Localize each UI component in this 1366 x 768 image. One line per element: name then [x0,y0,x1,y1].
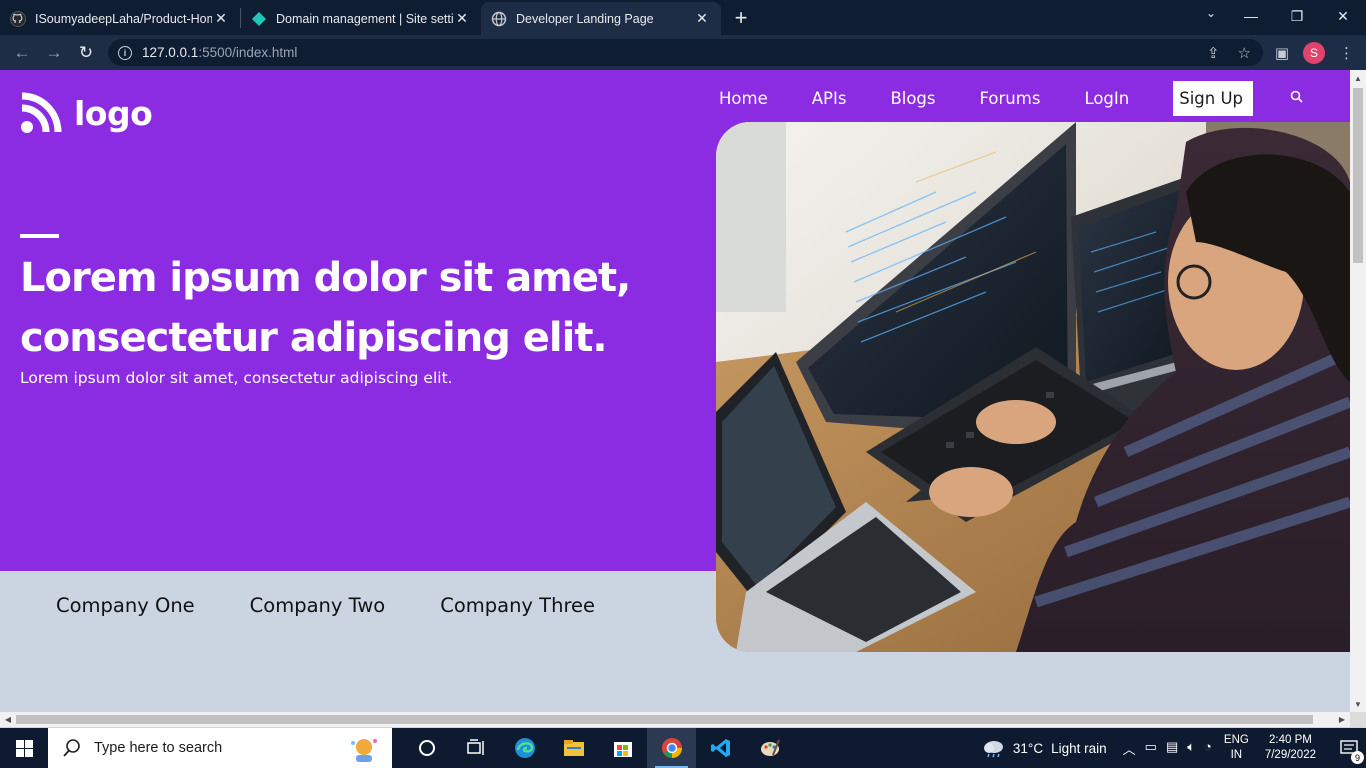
battery-icon[interactable]: ▭ [1145,739,1157,758]
company-name: Company One [56,594,195,617]
share-icon[interactable]: ⇪ [1207,44,1220,62]
file-explorer-icon[interactable] [549,728,598,768]
system-tray: 31°C Light rain ︿ ▭ ▤ 🔈︎ ◔ ENG IN 2:40 P… [981,728,1366,768]
menu-kebab-icon[interactable]: ⋮ [1339,44,1354,62]
notification-center-icon[interactable]: 9 [1332,740,1366,764]
bookmark-star-icon[interactable]: ☆ [1238,44,1251,62]
nav-link-forums[interactable]: Forums [980,89,1041,108]
tray-icons: ︿ ▭ ▤ 🔈︎ ◔ [1123,739,1212,758]
notification-badge: 9 [1351,751,1364,764]
scroll-up-icon[interactable]: ▲ [1350,70,1366,86]
nav-link-apis[interactable]: APIs [812,89,847,108]
clock-time: 2:40 PM [1269,734,1312,746]
horizontal-scroll-thumb[interactable] [16,715,1313,724]
company-name: Company Two [249,594,386,617]
search-icon[interactable] [1289,89,1305,105]
hero-subheadline: Lorem ipsum dolor sit amet, consectetur … [20,369,453,387]
nav-link-home[interactable]: Home [719,89,768,108]
hero-developer-photo [716,122,1350,652]
netlify-icon [251,11,267,27]
scroll-right-icon[interactable]: ▶ [1334,712,1350,727]
new-tab-button[interactable]: + [727,4,755,32]
restore-icon[interactable]: ❐ [1274,0,1320,32]
scroll-down-icon[interactable]: ▼ [1350,696,1366,712]
search-highlight-icon [351,739,377,762]
chevron-up-icon[interactable]: ︿ [1123,739,1136,758]
input-language[interactable]: ENG IN [1224,733,1249,763]
reload-icon[interactable]: ↻ [70,38,102,68]
task-view-icon[interactable] [451,728,500,768]
windows-start-icon[interactable] [0,728,48,768]
search-placeholder: Type here to search [94,740,223,756]
nav-link-login[interactable]: LogIn [1084,89,1129,108]
tab-title: Developer Landing Page [516,11,654,26]
tab-search-icon[interactable]: ⌄ [1206,6,1216,20]
volume-icon[interactable]: 🔈︎ [1187,739,1195,758]
window-controls: — ❐ ✕ [1228,0,1366,32]
close-icon[interactable]: ✕ [693,10,711,28]
microsoft-store-icon[interactable] [598,728,647,768]
weather-condition: Light rain [1051,740,1107,756]
vertical-scroll-thumb[interactable] [1353,88,1363,263]
weather-widget[interactable]: 31°C Light rain [981,738,1107,758]
url-path: :5500/index.html [198,45,298,60]
site-info-icon[interactable]: i [118,45,132,60]
main-nav: Home APIs Blogs Forums LogIn Sign Up [719,81,1254,116]
lang-region: IN [1230,749,1243,761]
rain-cloud-icon [983,741,1003,758]
site-logo[interactable]: logo [20,92,153,134]
forward-arrow-icon[interactable]: → [38,38,70,68]
browser-tab-strip: ISoumyadeepLaha/Product-Hom ✕ Domain man… [0,0,1366,35]
tab-title: ISoumyadeepLaha/Product-Hom [35,11,212,26]
network-icon[interactable]: ▤ [1166,739,1178,758]
company-name: Company Three [440,594,596,617]
lang-code: ENG [1223,734,1249,746]
page-viewport: logo Home APIs Blogs Forums LogIn Sign U… [0,70,1350,712]
cortana-icon[interactable] [402,728,451,768]
weather-temp: 31°C [1012,740,1044,756]
minimize-icon[interactable]: — [1228,0,1274,32]
address-bar[interactable]: i 127.0.0.1:5500/index.html ⇪ ☆ [108,39,1263,66]
back-arrow-icon[interactable]: ← [6,38,38,68]
vertical-scrollbar[interactable]: ▲ ▼ [1350,70,1366,712]
browser-toolbar: ← → ↻ i 127.0.0.1:5500/index.html ⇪ ☆ ▣ … [0,35,1366,70]
url-host: 127.0.0.1 [142,45,199,60]
taskbar-search-input[interactable]: Type here to search [48,728,392,768]
window-close-icon[interactable]: ✕ [1320,0,1366,32]
profile-avatar[interactable]: S [1303,41,1325,64]
signup-button[interactable]: Sign Up [1173,81,1254,116]
tab-github[interactable]: ISoumyadeepLaha/Product-Hom ✕ [0,2,240,35]
paint-icon[interactable] [745,728,794,768]
taskbar-apps [402,728,794,768]
tab-developer-landing[interactable]: Developer Landing Page ✕ [481,2,721,35]
hero-headline: Lorem ipsum dolor sit amet, consectetur … [20,255,631,361]
tab-netlify[interactable]: Domain management | Site settin ✕ [241,2,481,35]
vscode-icon[interactable] [696,728,745,768]
nav-link-blogs[interactable]: Blogs [890,89,935,108]
github-icon [10,10,26,27]
scroll-left-icon[interactable]: ◀ [0,712,16,727]
headline-accent-bar [20,234,59,238]
wifi-icon[interactable]: ◔ [1204,739,1212,758]
tab-title: Domain management | Site settin [276,11,453,26]
chrome-icon[interactable] [647,728,696,768]
side-panel-icon[interactable]: ▣ [1275,44,1289,62]
search-icon [63,739,80,757]
clock-date: 7/29/2022 [1264,749,1316,761]
logo-text: logo [74,93,153,133]
scrollbar-corner [1350,712,1366,727]
clock[interactable]: 2:40 PM 7/29/2022 [1265,733,1316,763]
horizontal-scrollbar[interactable]: ◀ ▶ [0,712,1350,727]
company-logos-row: Company One Company Two Company Three [56,594,595,617]
close-icon[interactable]: ✕ [453,10,471,28]
globe-icon [491,11,507,27]
edge-browser-icon[interactable] [500,728,549,768]
logo-feed-icon [21,92,62,133]
windows-taskbar: Type here to search 31°C Light rain ︿ ▭ … [0,728,1366,768]
close-icon[interactable]: ✕ [212,10,230,28]
